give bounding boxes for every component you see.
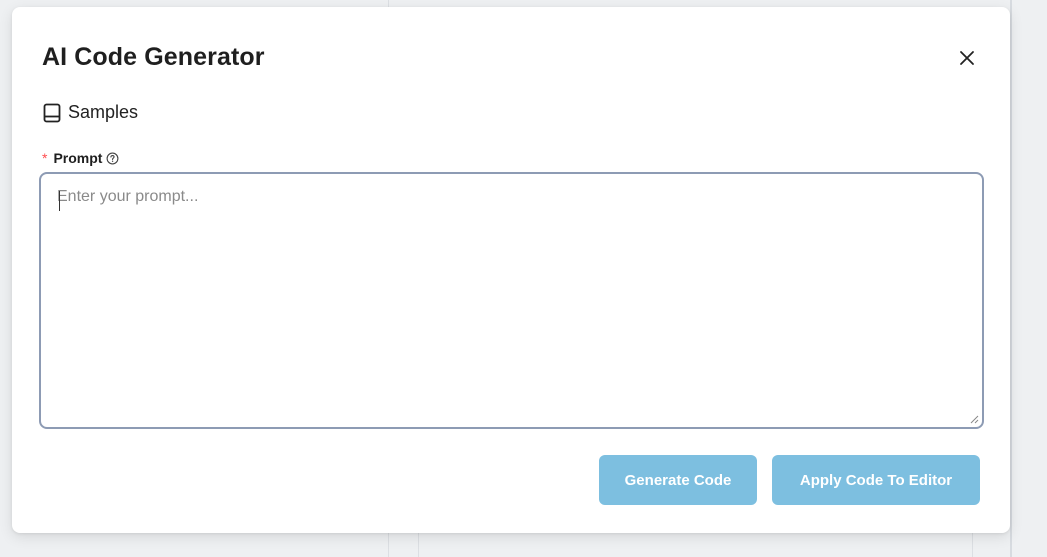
ai-code-generator-modal: AI Code Generator Samples * Prompt Gener…: [12, 7, 1010, 533]
background-divider: [418, 530, 419, 557]
prompt-textarea-container: [39, 172, 984, 429]
background-divider: [972, 530, 973, 557]
book-icon: [43, 103, 61, 122]
close-button[interactable]: [954, 45, 980, 71]
prompt-textarea[interactable]: [41, 174, 982, 427]
prompt-label: Prompt: [53, 150, 103, 166]
required-marker: *: [42, 150, 48, 166]
apply-code-to-editor-button[interactable]: Apply Code To Editor: [772, 455, 980, 505]
samples-button[interactable]: Samples: [42, 102, 138, 123]
generate-code-button[interactable]: Generate Code: [599, 455, 757, 505]
modal-title: AI Code Generator: [42, 43, 265, 71]
close-icon: [960, 51, 974, 65]
samples-label: Samples: [68, 102, 139, 122]
text-caret: [59, 191, 60, 211]
question-circle-icon[interactable]: [106, 152, 119, 165]
prompt-label-row: * Prompt: [42, 150, 119, 166]
background-divider: [1010, 0, 1012, 557]
resize-handle-icon[interactable]: [969, 414, 979, 424]
